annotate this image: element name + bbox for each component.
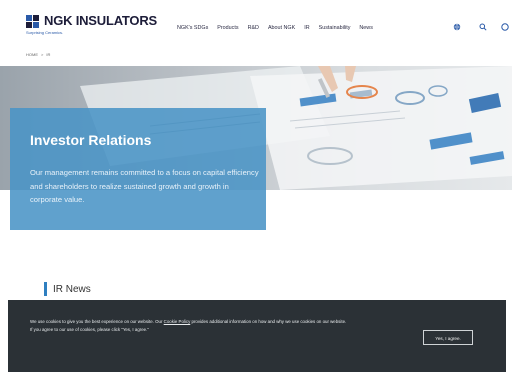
page-title: Investor Relations <box>30 132 152 148</box>
menu-icon[interactable] <box>500 22 510 32</box>
nav-item-news[interactable]: News <box>359 25 372 31</box>
cookie-banner: We use cookies to give you the best expe… <box>8 300 506 372</box>
breadcrumb-current: IR <box>46 52 51 57</box>
nav-item-sdgs[interactable]: NGK's SDGs <box>177 25 208 31</box>
cookie-text-prefix: We use cookies to give you the best expe… <box>30 319 164 324</box>
site-header: NGK INSULATORS Surprising Ceramics. NGK'… <box>0 0 512 44</box>
cookie-text-suffix: provides additional information on how a… <box>190 319 347 324</box>
breadcrumb-home[interactable]: HOME <box>26 52 38 57</box>
ir-news-heading: IR News <box>53 284 91 295</box>
news-heading-accent <box>44 282 47 296</box>
nav-item-sustainability[interactable]: Sustainability <box>319 25 351 31</box>
main-nav: NGK's SDGs Products R&D About NGK IR Sus… <box>177 25 373 31</box>
search-icon[interactable] <box>478 22 488 32</box>
nav-item-ir[interactable]: IR <box>304 25 309 31</box>
ngk-logo-mark-icon <box>26 15 40 28</box>
nav-item-about[interactable]: About NGK <box>268 25 295 31</box>
investor-relations-panel: Investor Relations Our management remain… <box>10 108 266 230</box>
cookie-policy-link[interactable]: Cookie Policy <box>164 319 191 324</box>
page: NGK INSULATORS Surprising Ceramics. NGK'… <box>0 0 512 378</box>
breadcrumb: HOME > IR <box>26 52 50 57</box>
ir-description: Our management remains committed to a fo… <box>30 168 259 204</box>
cookie-text-line2: If you agree to our use of cookies, plea… <box>30 327 149 332</box>
logo-tagline: Surprising Ceramics. <box>26 30 64 35</box>
globe-icon[interactable] <box>452 22 462 32</box>
logo-text: NGK INSULATORS <box>44 13 158 28</box>
cookie-message: We use cookies to give you the best expe… <box>30 318 425 334</box>
cookie-accept-button[interactable]: Yes, I agree. <box>423 330 473 345</box>
nav-item-rnd[interactable]: R&D <box>248 25 259 31</box>
breadcrumb-separator: > <box>41 52 44 57</box>
ngk-logo[interactable]: NGK INSULATORS <box>26 14 157 28</box>
nav-item-products[interactable]: Products <box>217 25 238 31</box>
